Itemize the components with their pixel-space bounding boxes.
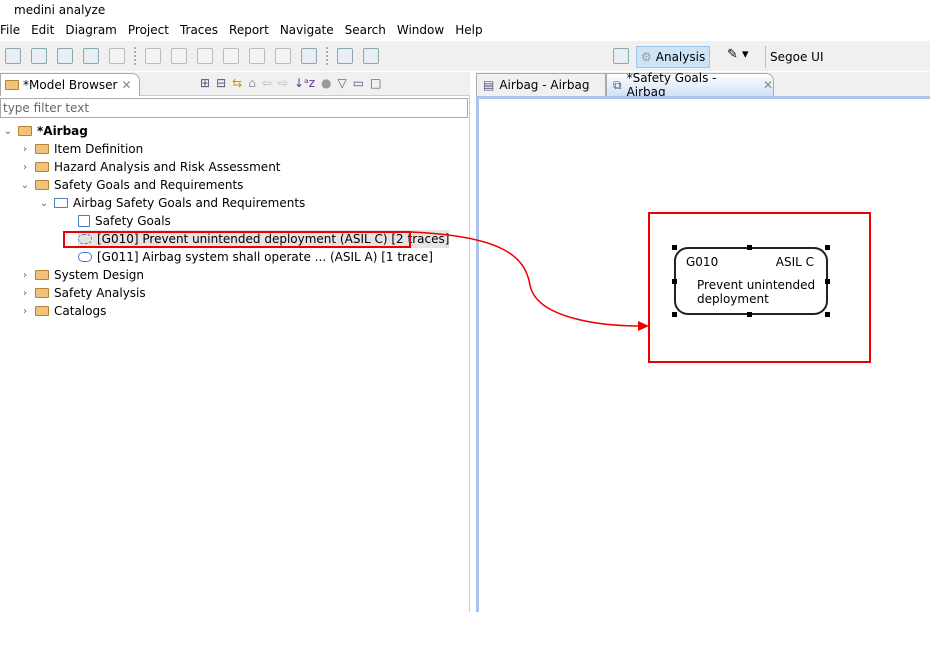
connector-arrow [410,231,649,331]
